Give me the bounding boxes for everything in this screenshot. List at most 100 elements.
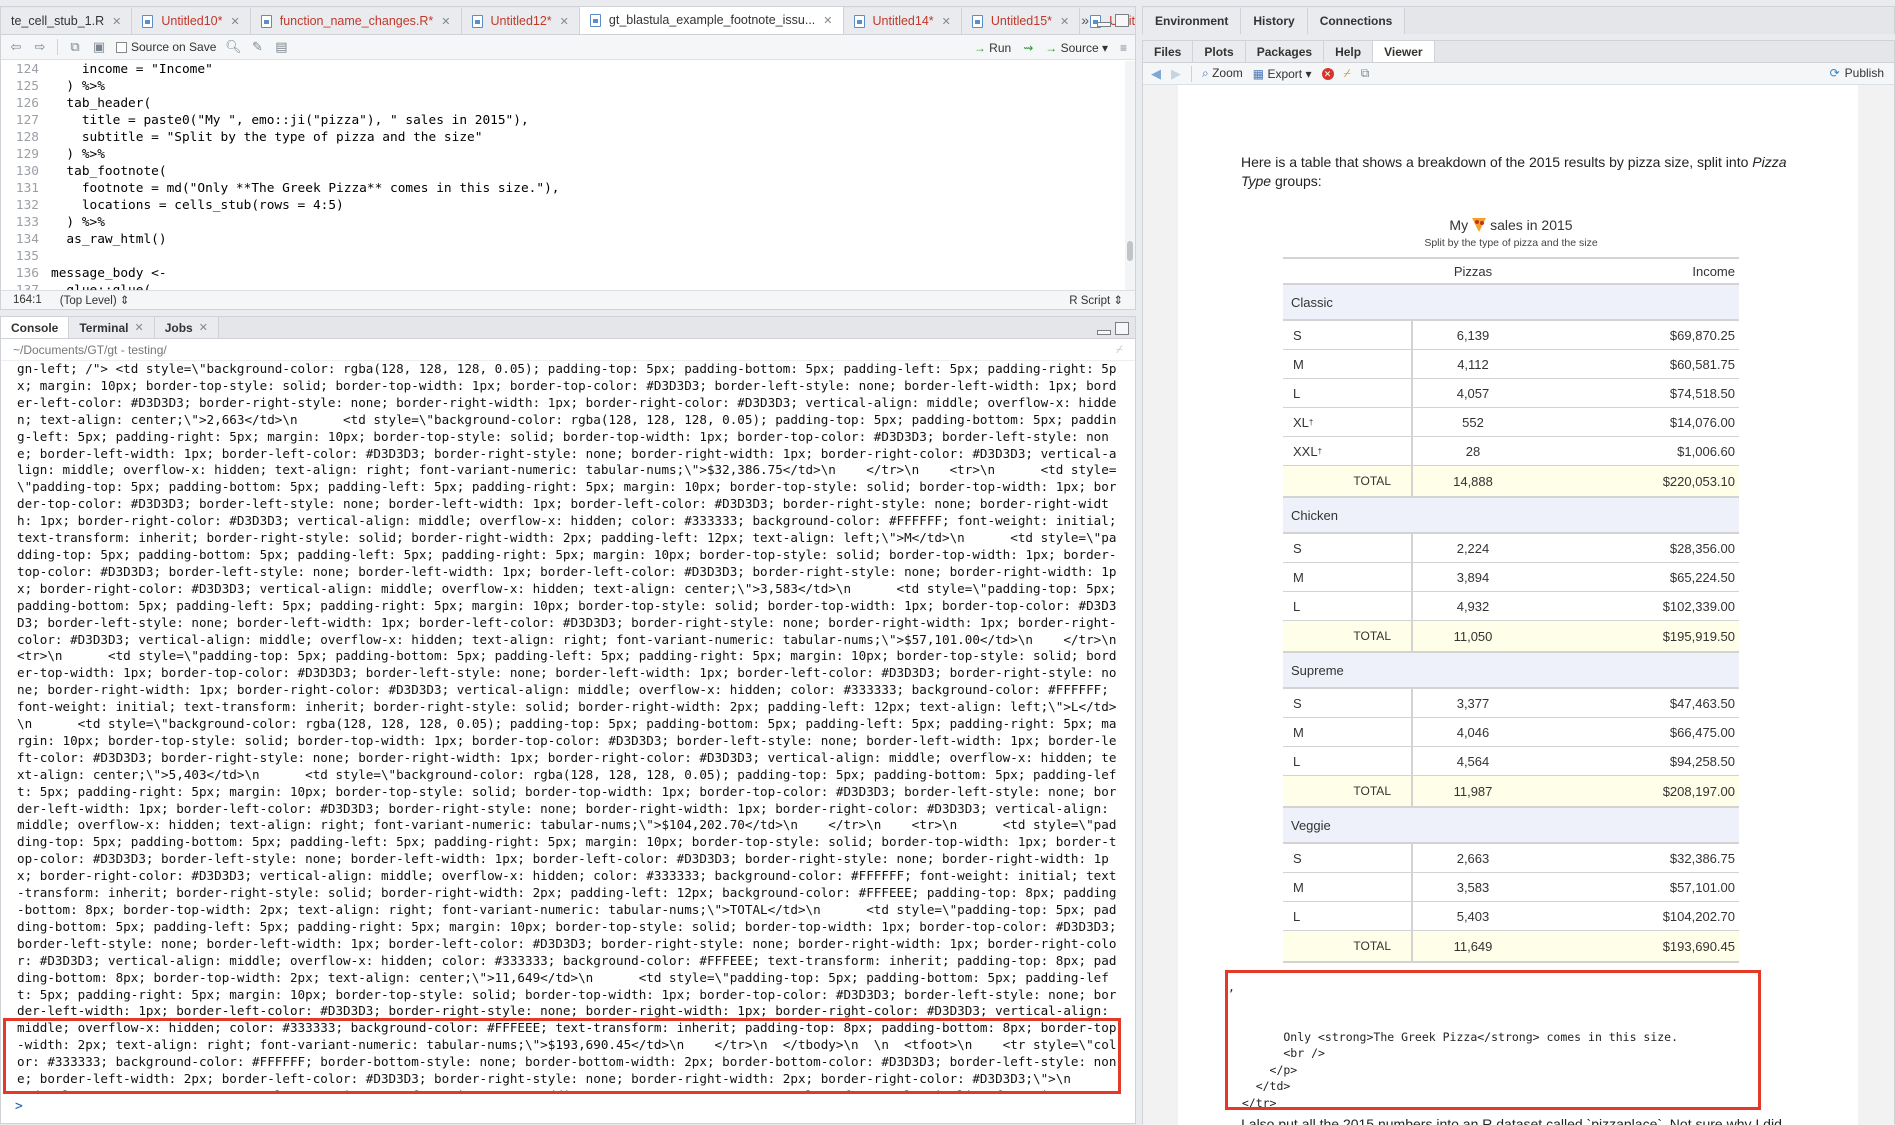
doc-tab[interactable]: Untitled12* ✕ [461, 8, 580, 34]
console-tab-console[interactable]: Console [1, 317, 70, 338]
close-tab-icon[interactable]: ✕ [823, 14, 832, 27]
summary-row: TOTAL 11,987 $208,197.00 [1283, 776, 1739, 808]
export-button[interactable]: ▦ Export ▾ [1253, 67, 1312, 81]
row-stub: XXL † [1283, 437, 1413, 465]
console-tab-label: Jobs [164, 320, 193, 335]
checkbox-icon[interactable] [116, 42, 127, 54]
cell-pizzas: 28 [1465, 443, 1481, 459]
run-button[interactable]: → Run [974, 41, 1011, 55]
table-title: My sales in 2015 [1449, 217, 1573, 233]
code-line: 127 title = paste0("My ", emo::ji("pizza… [1, 112, 1125, 129]
close-tab-icon[interactable]: ✕ [231, 15, 240, 28]
source-button[interactable]: → Source ▾ [1045, 41, 1108, 55]
viewer-back-icon[interactable]: ◀ [1151, 66, 1161, 82]
tab-files[interactable]: Files [1143, 41, 1194, 62]
search-icon[interactable]: 🔍︎ [225, 39, 242, 54]
cell-income: $32,386.75 [1669, 850, 1735, 866]
close-tab-icon[interactable]: ✕ [134, 321, 143, 334]
line-number: 130 [15, 164, 39, 179]
remove-viewer-icon[interactable]: ✕ [1321, 67, 1334, 80]
tab-connections[interactable]: Connections [1307, 8, 1406, 34]
compile-report-icon[interactable]: ▤ [274, 39, 288, 54]
cursor-position: 164:1 [13, 294, 42, 306]
doc-tab[interactable]: function_name_changes.R* ✕ [250, 8, 462, 34]
table-body: Classic S 6,139 $69,870.25 M 4,112 $60,581.75 L… [1283, 285, 1739, 963]
minimize-pane-icon[interactable] [1097, 330, 1111, 335]
re-run-button[interactable]: ⇝ [1023, 41, 1033, 55]
tab-help[interactable]: Help [1324, 41, 1374, 62]
outline-icon[interactable]: ≡ [1120, 41, 1127, 55]
console-tab-jobs[interactable]: Jobs ✕ [154, 317, 219, 338]
tab-viewer[interactable]: Viewer [1373, 41, 1435, 62]
cell-income: $65,224.50 [1669, 569, 1735, 585]
doc-tab[interactable]: gt_blastula_example_footnote_issu... ✕ [579, 7, 844, 34]
more-tabs-icon[interactable]: » [1081, 12, 1089, 28]
code-tools-wand-icon[interactable]: ✎ [250, 39, 264, 54]
stub-label: XL [1293, 414, 1309, 430]
line-number: 131 [15, 181, 39, 196]
tab-history[interactable]: History [1241, 8, 1308, 34]
table-subtitle: Split by the type of pizza and the size [1283, 233, 1739, 259]
row-group-supreme: Supreme [1283, 653, 1739, 689]
stub-label: S [1293, 695, 1302, 711]
tab-packages[interactable]: Packages [1245, 41, 1325, 62]
viewer-forward-icon[interactable]: ▶ [1171, 66, 1181, 82]
code-line: 124 income = "Income" [1, 61, 1125, 78]
table-row: M 3,894 $65,224.50 [1283, 563, 1739, 592]
file-type-selector[interactable]: R Script ⇕ [1069, 293, 1123, 307]
close-tab-icon[interactable]: ✕ [199, 321, 208, 334]
tab-environment[interactable]: Environment [1143, 8, 1242, 34]
close-tab-icon[interactable]: ✕ [1060, 15, 1069, 28]
stub-label: M [1293, 356, 1304, 372]
source-on-save-checkbox[interactable]: Source on Save [116, 40, 216, 54]
clear-console-icon[interactable]: ⌿ [1116, 342, 1123, 357]
cell-pizzas: 3,894 [1456, 569, 1490, 585]
doc-tab-label: Untitled12* [490, 14, 552, 28]
forward-arrow-icon[interactable]: ⇨ [33, 39, 47, 54]
table-row: XL † 552 $14,076.00 [1283, 408, 1739, 437]
zoom-button[interactable]: ⌕ Zoom [1202, 66, 1243, 81]
publish-button[interactable]: ⟳ Publish [1830, 66, 1884, 80]
doc-tab[interactable]: te_cell_stub_1.R ✕ [1, 8, 133, 34]
maximize-pane-icon[interactable] [1115, 14, 1129, 27]
tab-plots[interactable]: Plots [1193, 41, 1246, 62]
doc-tab-label: Untitled10* [161, 14, 223, 28]
doc-tab[interactable]: Untitled14* ✕ [843, 8, 962, 34]
line-number: 129 [15, 147, 39, 162]
console-prompt[interactable]: > [15, 1099, 23, 1114]
table-row: S 6,139 $69,870.25 [1283, 321, 1739, 350]
console-tab-terminal[interactable]: Terminal ✕ [69, 317, 155, 338]
save-icon[interactable]: ▣ [92, 39, 106, 54]
table-row: M 4,112 $60,581.75 [1283, 350, 1739, 379]
doc-tab[interactable]: Untitled15* ✕ [961, 8, 1081, 34]
doc-tab[interactable]: Untitled10* ✕ [132, 8, 251, 34]
code-text: message_body <- [51, 266, 167, 281]
close-tab-icon[interactable]: ✕ [560, 15, 569, 28]
scope-selector[interactable]: (Top Level) ⇕ [60, 293, 130, 307]
console-tab-label: Console [11, 320, 59, 335]
doc-tab-label: te_cell_stub_1.R [11, 14, 105, 28]
viewer-pane: Files Plots Packages Help Viewer ◀ ▶ ⌕ Zoom … [1142, 40, 1895, 1125]
show-in-new-window-icon[interactable]: ⧉ [1361, 66, 1370, 81]
code-line: 128 subtitle = "Split by the type of piz… [1, 129, 1125, 146]
clear-viewer-broom-icon[interactable]: ⌿ [1344, 66, 1351, 81]
code-line: 134 as_raw_html() [1, 231, 1125, 248]
stub-label: L [1293, 753, 1301, 769]
back-arrow-icon[interactable]: ⇦ [9, 39, 23, 54]
close-tab-icon[interactable]: ✕ [942, 15, 951, 28]
summary-pizzas: 11,050 [1453, 628, 1493, 644]
show-in-window-icon[interactable]: ⧉ [68, 39, 82, 54]
minimize-pane-icon[interactable] [1097, 22, 1111, 27]
doc-tab-label: gt_blastula_example_footnote_issu... [608, 13, 816, 27]
code-editor[interactable]: 124 income = "Income" 125 ) %>% 126 tab_he… [1, 61, 1125, 296]
row-stub: L [1283, 902, 1413, 930]
line-number: 133 [15, 215, 39, 230]
close-tab-icon[interactable]: ✕ [441, 15, 450, 28]
editor-scrollbar[interactable] [1125, 61, 1135, 296]
close-tab-icon[interactable]: ✕ [112, 15, 121, 28]
source-pane: te_cell_stub_1.R ✕ Untitled10* ✕ function_na… [0, 6, 1136, 310]
maximize-pane-icon[interactable] [1115, 322, 1129, 335]
cell-pizzas: 2,663 [1456, 850, 1490, 866]
cell-income: $102,339.00 [1662, 598, 1735, 614]
code-line: 135 [1, 248, 1125, 265]
